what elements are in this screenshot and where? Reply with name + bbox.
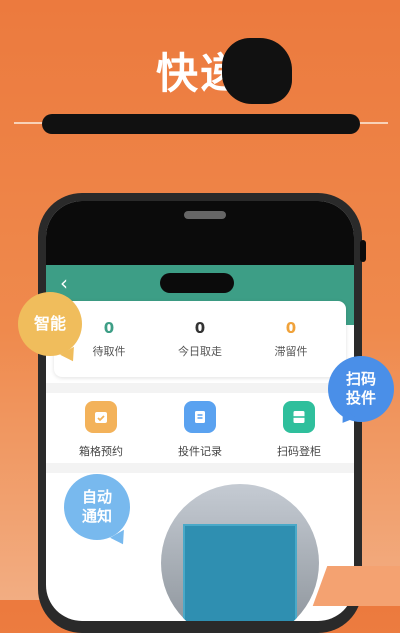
bubble-text: 扫码 投件 xyxy=(346,370,376,408)
bubble-text: 自动 通知 xyxy=(82,488,112,526)
camera-pill xyxy=(160,273,234,293)
redaction-block xyxy=(222,38,292,104)
bubble-notify: 自动 通知 xyxy=(64,474,130,540)
banner-title: 快递 xyxy=(0,40,400,101)
rule-right xyxy=(358,122,388,124)
speaker xyxy=(184,211,226,219)
chevron-left-icon[interactable]: ‹ xyxy=(60,271,68,295)
side-button xyxy=(360,240,366,262)
stat-stranded[interactable]: 0 滞留件 xyxy=(246,319,336,359)
bubble-scan: 扫码 投件 xyxy=(328,356,394,422)
phone-frame: ‹ 0 待取件 0 今日取走 0 滞留件 箱格预约 投件记录 扫码登柜 xyxy=(38,193,362,633)
bubble-line: 自动 xyxy=(81,488,112,507)
corner-decoration xyxy=(312,566,400,606)
func-reserve[interactable]: 箱格预约 xyxy=(56,401,146,459)
title-char-1: 快 xyxy=(155,49,200,98)
calendar-check-icon xyxy=(85,401,117,433)
phone-screen: ‹ 0 待取件 0 今日取走 0 滞留件 箱格预约 投件记录 扫码登柜 xyxy=(46,201,354,621)
bubble-line: 扫码 xyxy=(345,370,376,389)
divider xyxy=(46,383,354,393)
func-records[interactable]: 投件记录 xyxy=(155,401,245,459)
stat-value: 0 xyxy=(194,319,206,337)
redaction-bar xyxy=(42,114,360,134)
locker-image xyxy=(183,524,297,621)
cabinet-icon xyxy=(283,401,315,433)
stat-label: 滞留件 xyxy=(274,345,308,358)
bubble-text: 智能 xyxy=(33,314,66,333)
stat-today[interactable]: 0 今日取走 xyxy=(155,319,245,359)
status-bar xyxy=(46,201,354,265)
func-label: 投件记录 xyxy=(178,445,222,458)
stat-value: 0 xyxy=(285,319,297,337)
func-label: 扫码登柜 xyxy=(277,445,321,458)
func-label: 箱格预约 xyxy=(79,445,123,458)
stat-label: 今日取走 xyxy=(178,345,222,358)
func-scan[interactable]: 扫码登柜 xyxy=(254,401,344,459)
stats-card: 0 待取件 0 今日取走 0 滞留件 xyxy=(54,301,346,377)
divider xyxy=(46,463,354,473)
document-icon xyxy=(184,401,216,433)
bubble-line: 通知 xyxy=(81,507,112,525)
bubble-line: 投件 xyxy=(345,389,376,407)
locker-photo xyxy=(161,484,319,621)
